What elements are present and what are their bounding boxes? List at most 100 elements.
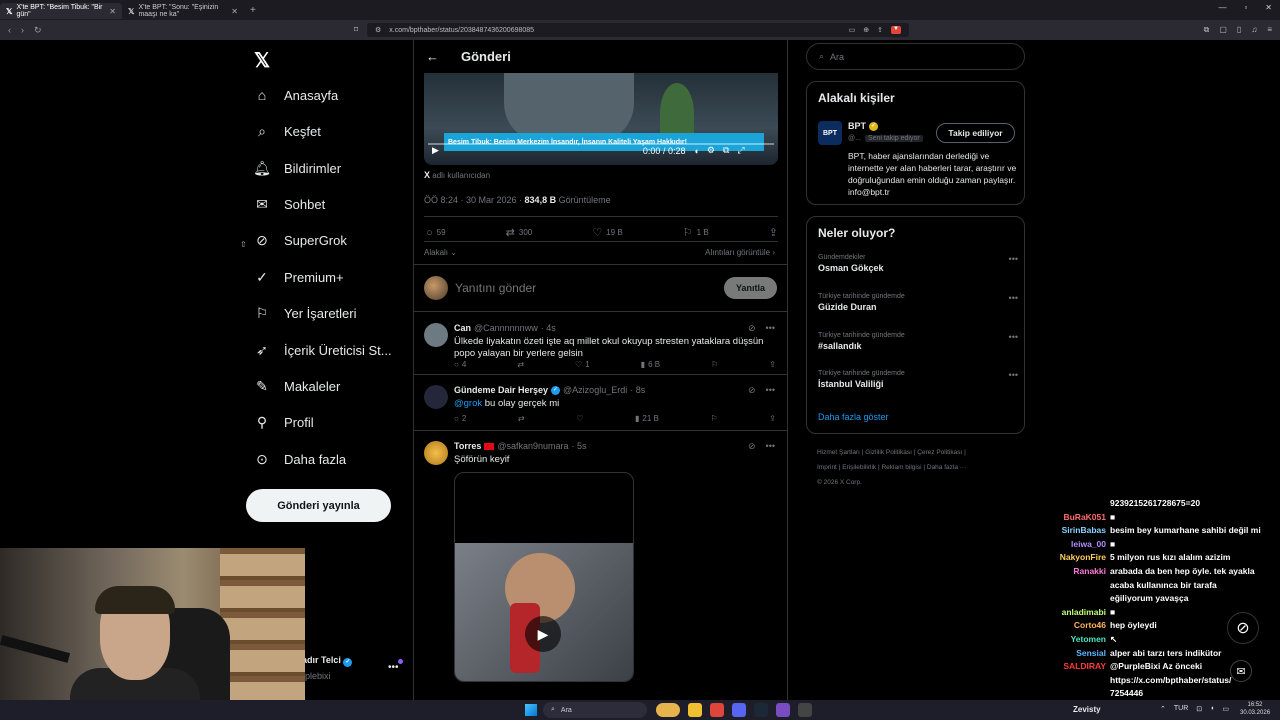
account-more-icon[interactable]: ••• bbox=[388, 662, 399, 673]
more-icon[interactable]: ••• bbox=[766, 323, 775, 334]
site-info-icon[interactable]: ⚙ bbox=[375, 26, 381, 34]
minimize-icon[interactable]: — bbox=[1218, 3, 1226, 12]
battery-icon[interactable]: ▭ bbox=[1222, 705, 1229, 713]
nav-more[interactable]: ⊙ Daha fazla bbox=[254, 451, 346, 467]
sidebar-icon[interactable]: ▯ bbox=[1237, 25, 1241, 35]
chat-username[interactable]: SALDIRAY bbox=[1040, 661, 1106, 671]
share-action[interactable]: ⇪ bbox=[769, 360, 776, 369]
repost-action[interactable]: ⇄ bbox=[517, 360, 524, 369]
back-icon[interactable]: ‹ bbox=[8, 25, 11, 36]
browser-tab-1[interactable]: 𝕏 X'te BPT: "Besim Tibuk: "Bir gün" ✕ bbox=[0, 3, 122, 19]
zoom-icon[interactable]: ⊕ bbox=[863, 26, 869, 34]
music-icon[interactable]: ♫ bbox=[1251, 25, 1257, 35]
reply-tweet[interactable]: Torres @safkan9numara · 5s ⊘ ••• Şöförün… bbox=[414, 431, 787, 701]
nav-creator-studio[interactable]: ➶ İçerik Üreticisi St... bbox=[254, 342, 392, 358]
new-tab-button[interactable]: + bbox=[250, 5, 256, 16]
nav-articles[interactable]: ✎ Makaleler bbox=[254, 378, 340, 394]
widgets-icon[interactable] bbox=[656, 703, 680, 717]
post-button[interactable]: Gönderi yayınla bbox=[246, 489, 391, 522]
grok-icon[interactable]: ⊘ bbox=[748, 323, 756, 334]
grok-icon[interactable]: ⊘ bbox=[748, 385, 756, 396]
trend-item[interactable]: Türkiye tarihinde gündemde İstanbul Vali… bbox=[818, 370, 1018, 389]
close-window-icon[interactable]: ✕ bbox=[1265, 3, 1272, 12]
play-icon[interactable]: ▶ bbox=[525, 616, 561, 652]
extension-icon[interactable]: ⧉ bbox=[1204, 25, 1210, 35]
brave-browser-icon[interactable] bbox=[710, 703, 724, 717]
language-indicator[interactable]: TUR bbox=[1174, 705, 1188, 713]
bookmark-action[interactable]: ⚐ bbox=[711, 360, 718, 369]
reply-tweet[interactable]: Can @Cannnnnnww · 4s ⊘ ••• Ülkede liyaka… bbox=[414, 313, 787, 375]
obs-icon[interactable] bbox=[798, 703, 812, 717]
reply-action[interactable]: ○ 2 bbox=[454, 414, 466, 423]
nav-explore[interactable]: ⌕ Keşfet bbox=[254, 123, 321, 139]
chat-username[interactable]: anladimabi bbox=[1040, 607, 1106, 617]
nav-messages[interactable]: ✉ Sohbet bbox=[254, 196, 325, 212]
bookmark-action[interactable]: ⚐ 1 B bbox=[683, 226, 709, 239]
forward-icon[interactable]: › bbox=[21, 25, 24, 36]
views-action[interactable]: ▮ 21 B bbox=[635, 414, 659, 423]
pip-icon[interactable]: ⧉ bbox=[723, 145, 729, 156]
bpt-avatar[interactable]: BPT bbox=[818, 121, 842, 145]
chat-username[interactable]: Sensial bbox=[1040, 648, 1106, 658]
search-input[interactable]: ⌕ Ara bbox=[806, 43, 1025, 70]
reply-button[interactable]: Yanıtla bbox=[724, 277, 777, 299]
discord-icon[interactable] bbox=[732, 703, 746, 717]
url-field[interactable]: ⚙ x.com/bpthaber/status/2038487436200698… bbox=[367, 23, 909, 37]
following-button[interactable]: Takip ediliyor bbox=[936, 123, 1015, 143]
reload-icon[interactable]: ↻ bbox=[34, 25, 42, 36]
chat-username[interactable]: Yetomen bbox=[1040, 634, 1106, 644]
show-more-link[interactable]: Daha fazla göster bbox=[818, 412, 889, 422]
repost-action[interactable]: ⇄ bbox=[518, 414, 525, 423]
steam-icon[interactable] bbox=[754, 703, 768, 717]
footer-link[interactable]: Hizmet Şartları bbox=[817, 449, 860, 456]
reply-input[interactable]: Yanıtını gönder bbox=[455, 281, 536, 295]
windows-start-icon[interactable] bbox=[525, 704, 537, 716]
browser-tab-2[interactable]: 𝕏 X'te BPT: "Sonu: "Eşinizin maaşı ne ka… bbox=[122, 3, 244, 19]
more-icon[interactable]: ••• bbox=[1009, 332, 1018, 342]
footer-link[interactable]: Erişilebilirlik bbox=[842, 464, 876, 471]
grok-icon[interactable]: ⊘ bbox=[748, 441, 756, 452]
share-icon[interactable]: ⇪ bbox=[877, 26, 883, 34]
twitch-icon[interactable] bbox=[776, 703, 790, 717]
more-icon[interactable]: ••• bbox=[1009, 254, 1018, 264]
share-action[interactable]: ⇪ bbox=[769, 226, 778, 239]
chat-username[interactable]: SirinBabas bbox=[1040, 525, 1106, 535]
chat-username[interactable]: NakyonFire bbox=[1040, 552, 1106, 562]
file-explorer-icon[interactable] bbox=[688, 703, 702, 717]
grok-float-icon[interactable]: ⊘ bbox=[1227, 612, 1259, 644]
fullscreen-icon[interactable]: ⤢ bbox=[737, 145, 744, 156]
nav-supergrok[interactable]: ⊘ SuperGrok bbox=[254, 232, 347, 248]
nav-bookmarks[interactable]: ⚐ Yer İşaretleri bbox=[254, 305, 357, 321]
mention-link[interactable]: @grok bbox=[454, 398, 482, 409]
bookmark-page-icon[interactable]: ⌑ bbox=[354, 25, 358, 34]
tweet-author[interactable]: Can bbox=[454, 323, 471, 333]
bpt-name-row[interactable]: BPT ✓ bbox=[848, 121, 878, 131]
footer-link[interactable]: Reklam bilgisi bbox=[881, 464, 921, 471]
brave-shield-icon[interactable]: ▼ bbox=[891, 26, 901, 34]
tweet-author[interactable]: Torres bbox=[454, 441, 481, 451]
reply-action[interactable]: ○ 59 bbox=[426, 226, 446, 239]
clock[interactable]: 16:52 30.03.2026 bbox=[1240, 701, 1270, 717]
play-icon[interactable]: ▶ bbox=[432, 145, 439, 156]
tweet-video[interactable]: ▶ bbox=[454, 472, 634, 682]
more-icon[interactable]: ••• bbox=[1009, 293, 1018, 303]
trend-item[interactable]: Türkiye tarihinde gündemde #sallandık ••… bbox=[818, 332, 1018, 351]
footer-link[interactable]: Çerez Politikası bbox=[917, 449, 962, 456]
tweet-author[interactable]: Gündeme Dair Herşey bbox=[454, 385, 548, 395]
trend-item[interactable]: Gündemdekiler Osman Gökçek ••• bbox=[818, 254, 1018, 273]
menu-icon[interactable]: ≡ bbox=[1267, 25, 1272, 35]
chat-username[interactable]: Ranakki bbox=[1040, 566, 1106, 576]
nav-home[interactable]: ⌂ Anasayfa bbox=[254, 87, 338, 103]
nav-profile[interactable]: ⚲ Profil bbox=[254, 414, 314, 430]
reply-sort-dropdown[interactable]: Alakalı ⌄ bbox=[424, 248, 457, 257]
bookmark-action[interactable]: ⚐ bbox=[710, 414, 717, 423]
network-icon[interactable]: ⊡ bbox=[1196, 705, 1202, 713]
chat-username[interactable]: leiwa_00 bbox=[1040, 539, 1106, 549]
reply-tweet[interactable]: Gündeme Dair Herşey ✓ @Azizoglu_Erdi · 8… bbox=[414, 375, 787, 431]
settings-icon[interactable]: ⚙ bbox=[707, 145, 715, 156]
cast-icon[interactable]: ▭ bbox=[849, 26, 856, 34]
footer-link[interactable]: Imprint bbox=[817, 464, 837, 471]
more-icon[interactable]: ••• bbox=[766, 385, 775, 396]
volume-icon[interactable]: ◖ bbox=[1210, 705, 1214, 713]
more-icon[interactable]: ••• bbox=[766, 441, 775, 452]
